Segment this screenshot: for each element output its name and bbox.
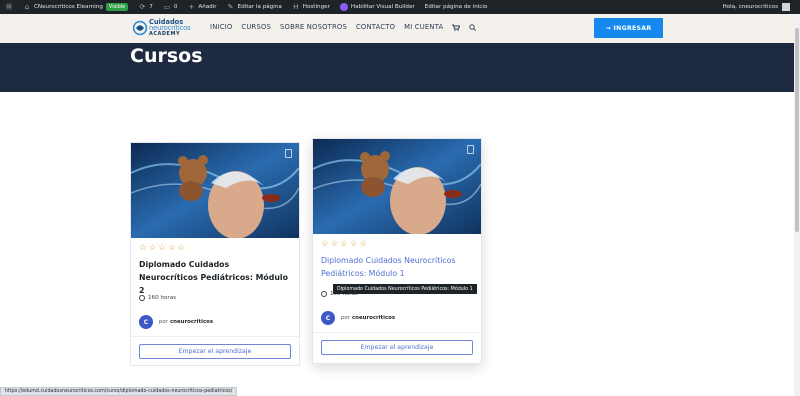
clock-icon [139, 295, 145, 301]
wordpress-icon: Ⓦ [5, 3, 13, 11]
hostinger-label: Hostinger [302, 4, 330, 10]
nav-item-cursos[interactable]: CURSOS [241, 23, 271, 31]
refresh-icon: ⟳ [139, 3, 146, 11]
page-title: Cursos [130, 45, 203, 67]
edit-home-label: Editar página de inicio [424, 4, 488, 10]
brain-logo-icon [132, 20, 148, 36]
star-icon: ☆ [158, 243, 166, 253]
course-title-tooltip: Diplomado Cuidados Neurocríticos Pediátr… [333, 284, 477, 294]
course-hours: 160 horas [139, 295, 176, 301]
star-icon: ☆ [349, 239, 358, 249]
home-icon: ⌂ [24, 3, 30, 11]
star-icon: ☆ [139, 243, 147, 253]
account-menu[interactable]: Hola, cneurocriticos [723, 3, 800, 11]
nav-item-mi-cuenta[interactable]: MI CUENTA [404, 23, 443, 31]
course-title[interactable]: Diplomado Cuidados Neurocríticos Pediátr… [321, 254, 471, 280]
edit-home-menu[interactable]: Editar página de inicio [420, 0, 493, 14]
nav-item-sobre-nosotros[interactable]: SOBRE NOSOTROS [280, 23, 347, 31]
course-title[interactable]: Diplomado Cuidados Neurocríticos Pediátr… [139, 258, 289, 297]
logo-text: Cuidados neurocríticos ACADEMY [149, 19, 191, 38]
comments-menu[interactable]: ▭ 0 [158, 0, 183, 14]
edit-page-label: Editar la página [237, 4, 282, 10]
nav-item-inicio[interactable]: INICIO [210, 23, 232, 31]
page-hero: Cursos [0, 43, 794, 92]
plus-icon: + [188, 3, 195, 11]
star-icon: ☆ [167, 243, 176, 253]
pencil-icon: ✎ [227, 3, 234, 11]
hours-label: 160 horas [148, 295, 177, 301]
logo-line-3: ACADEMY [149, 31, 181, 38]
author-avatar[interactable]: C [139, 315, 153, 329]
hostinger-menu[interactable]: H Hostinger [287, 0, 335, 14]
site-logo[interactable]: Cuidados neurocríticos ACADEMY [132, 17, 204, 39]
page-scrollbar[interactable] [794, 14, 800, 396]
rating-stars: ☆ ☆ ☆ ☆ ☆ [321, 240, 367, 249]
add-new-label: Añadir [198, 4, 217, 10]
course-card[interactable]: ☆ ☆ ☆ ☆ ☆ Diplomado Cuidados Neurocrític… [312, 138, 482, 364]
author-avatar[interactable]: C [321, 311, 335, 325]
link-status-bar: https://edumd.cuidadosneurocriticos.com/… [0, 387, 238, 396]
star-icon: ☆ [359, 239, 368, 249]
card-divider [313, 332, 481, 333]
course-thumbnail[interactable] [131, 143, 299, 238]
ingresar-button[interactable]: → INGRESAR [594, 18, 663, 38]
start-learning-button[interactable]: Empezar el aprendizaje [139, 344, 291, 359]
card-divider [131, 336, 299, 337]
bookmark-icon[interactable] [285, 149, 292, 158]
hostinger-icon: H [293, 3, 299, 11]
visual-builder-label: Habilitar Visual Builder [350, 4, 415, 10]
star-icon: ☆ [177, 243, 186, 253]
author-prefix: por [159, 319, 168, 325]
site-name-menu[interactable]: ⌂ CNeurocriticos Elearning Visible [18, 0, 133, 14]
updates-menu[interactable]: ⟳ 7 [133, 0, 158, 14]
course-card[interactable]: ☆ ☆ ☆ ☆ ☆ Diplomado Cuidados Neurocrític… [130, 142, 300, 366]
cart-icon[interactable] [452, 24, 461, 31]
divi-icon [339, 3, 348, 11]
author-name[interactable]: cneurocriticos [170, 319, 213, 325]
greeting: Hola, cneurocriticos [722, 4, 778, 10]
rating-stars: ☆ ☆ ☆ ☆ ☆ [139, 244, 185, 253]
site-name: CNeurocriticos Elearning [34, 4, 103, 10]
comments-count: 0 [173, 4, 178, 10]
course-author: C por cneurocriticos [321, 311, 395, 325]
updates-count: 7 [149, 4, 153, 10]
course-author: C por cneurocriticos [139, 315, 213, 329]
course-image [131, 143, 299, 238]
clock-icon [321, 291, 327, 297]
search-icon[interactable] [469, 23, 477, 31]
bookmark-icon[interactable] [467, 145, 474, 154]
wp-logo-menu[interactable]: Ⓦ [0, 0, 18, 14]
site-header: Cuidados neurocríticos ACADEMY INICIO CU… [0, 14, 794, 43]
start-learning-button[interactable]: Empezar el aprendizaje [321, 340, 473, 355]
star-icon: ☆ [148, 243, 157, 253]
avatar-icon [782, 3, 790, 11]
comment-icon: ▭ [163, 3, 171, 11]
add-new-menu[interactable]: + Añadir [182, 0, 221, 14]
visual-builder-menu[interactable]: Habilitar Visual Builder [335, 0, 420, 14]
visibility-badge: Visible [105, 3, 129, 11]
star-icon: ☆ [321, 239, 329, 249]
author-prefix: por [341, 315, 350, 321]
wp-admin-bar: Ⓦ ⌂ CNeurocriticos Elearning Visible ⟳ 7… [0, 0, 800, 14]
course-image [313, 139, 481, 234]
edit-page-menu[interactable]: ✎ Editar la página [222, 0, 287, 14]
scrollbar-thumb[interactable] [795, 28, 799, 232]
star-icon: ☆ [340, 239, 348, 249]
star-icon: ☆ [330, 239, 339, 249]
main-nav: INICIO CURSOS SOBRE NOSOTROS CONTACTO MI… [210, 23, 477, 31]
course-thumbnail[interactable] [313, 139, 481, 234]
author-name[interactable]: cneurocriticos [352, 315, 395, 321]
nav-item-contacto[interactable]: CONTACTO [356, 23, 395, 31]
